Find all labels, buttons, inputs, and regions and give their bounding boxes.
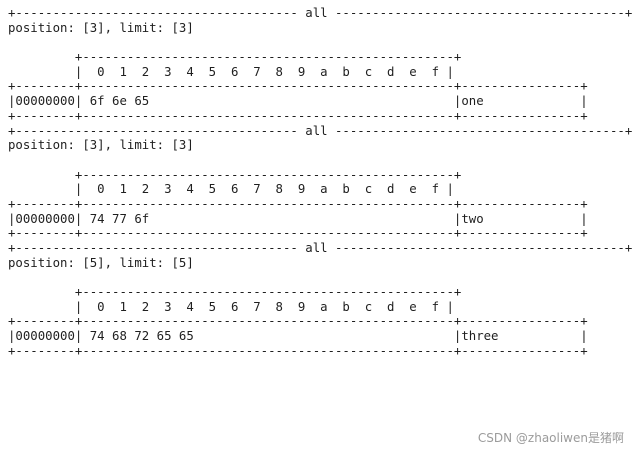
table-border: +--------+------------------------------…	[8, 343, 588, 358]
table-border: +--------+------------------------------…	[8, 79, 588, 94]
separator-line: +-------------------------------------- …	[8, 6, 633, 20]
buffer-info-line: position: [3], limit: [3]	[8, 138, 194, 153]
hex-header-row: | 0 1 2 3 4 5 6 7 8 9 a b c d e f |	[8, 299, 454, 314]
table-border: +--------+------------------------------…	[8, 314, 588, 329]
hex-header-row: | 0 1 2 3 4 5 6 7 8 9 a b c d e f |	[8, 64, 454, 79]
table-border: +--------+------------------------------…	[8, 226, 588, 241]
table-border: +--------+------------------------------…	[8, 196, 588, 211]
hex-data-row: |00000000| 74 68 72 65 65 |three |	[8, 329, 588, 344]
separator-line: +-------------------------------------- …	[8, 241, 633, 255]
csdn-watermark: CSDN @zhaoliwen是猪啊	[477, 431, 624, 445]
hex-data-row: |00000000| 6f 6e 65 |one |	[8, 94, 588, 109]
hex-header-border: +---------------------------------------…	[8, 50, 462, 65]
table-border: +--------+------------------------------…	[8, 108, 588, 123]
separator-line: +-------------------------------------- …	[8, 123, 633, 138]
terminal-text: +-------------------------------------- …	[0, 0, 636, 359]
buffer-info-line: position: [3], limit: [3]	[8, 20, 194, 35]
hex-header-row: | 0 1 2 3 4 5 6 7 8 9 a b c d e f |	[8, 182, 454, 197]
hex-data-row: |00000000| 74 77 6f |two |	[8, 211, 588, 226]
hex-header-border: +---------------------------------------…	[8, 285, 462, 300]
console-output: +-------------------------------------- …	[0, 0, 636, 454]
buffer-info-line: position: [5], limit: [5]	[8, 255, 194, 270]
hex-header-border: +---------------------------------------…	[8, 167, 462, 182]
